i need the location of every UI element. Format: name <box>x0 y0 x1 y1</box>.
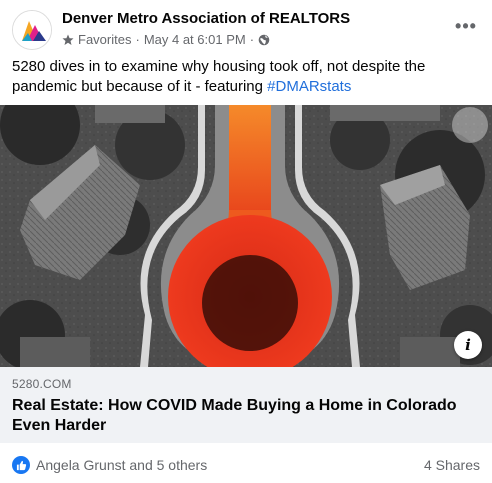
star-icon <box>62 34 74 45</box>
post-message: 5280 dives in to examine why housing too… <box>12 57 480 97</box>
info-icon[interactable]: i <box>454 331 482 359</box>
hashtag-link[interactable]: #DMARstats <box>267 78 351 95</box>
link-preview-image[interactable]: i <box>0 105 492 367</box>
link-caption[interactable]: 5280.COM Real Estate: How COVID Made Buy… <box>0 367 492 443</box>
message-text: 5280 dives in to examine why housing too… <box>12 58 426 95</box>
audience-label[interactable]: Favorites <box>78 32 131 47</box>
like-icon <box>12 456 30 474</box>
engagement-bar: Angela Grunst and 5 others 4 Shares <box>12 452 480 478</box>
meta-separator: · <box>135 32 140 47</box>
facebook-post: Denver Metro Association of REALTORS Fav… <box>0 0 492 483</box>
more-options-icon[interactable]: ••• <box>450 12 482 40</box>
meta-separator-2: · <box>249 32 255 47</box>
post-meta: Favorites · May 4 at 6:01 PM · <box>62 32 270 47</box>
post-header: Denver Metro Association of REALTORS Fav… <box>12 8 482 52</box>
post-timestamp[interactable]: May 4 at 6:01 PM <box>144 32 246 47</box>
link-headline[interactable]: Real Estate: How COVID Made Buying a Hom… <box>12 396 480 436</box>
reactions-summary[interactable]: Angela Grunst and 5 others <box>12 456 207 474</box>
dmar-logo-icon <box>13 11 51 49</box>
reactors-text[interactable]: Angela Grunst and 5 others <box>36 457 207 473</box>
page-name-link[interactable]: Denver Metro Association of REALTORS <box>62 10 350 27</box>
page-avatar[interactable] <box>12 10 52 50</box>
globe-icon[interactable] <box>258 34 270 46</box>
aerial-cul-de-sac-image <box>0 105 492 367</box>
link-domain: 5280.COM <box>12 377 72 391</box>
shares-count[interactable]: 4 Shares <box>424 457 480 473</box>
